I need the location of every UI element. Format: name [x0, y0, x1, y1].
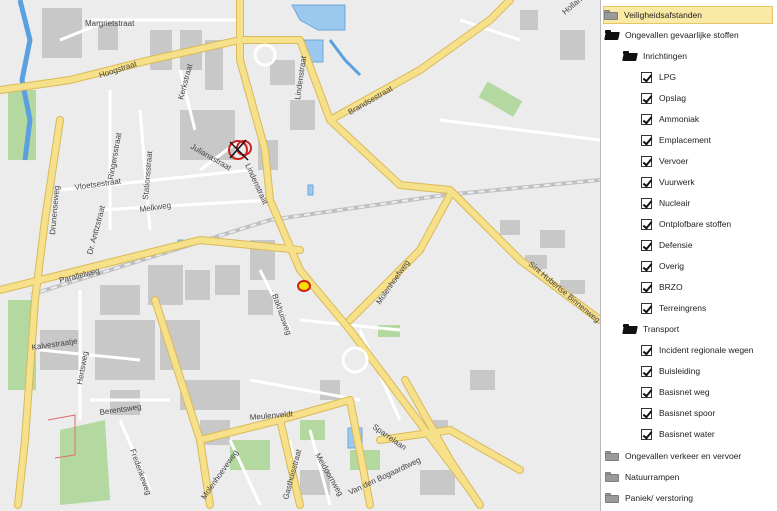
- layer-item[interactable]: Buisleiding: [641, 362, 700, 380]
- layer-label: Incident regionale wegen: [659, 345, 754, 355]
- layer-group-transport[interactable]: Transport: [622, 320, 680, 338]
- layer-item[interactable]: Incident regionale wegen: [641, 341, 754, 359]
- layer-item[interactable]: Overig: [641, 257, 684, 275]
- checkbox[interactable]: [641, 92, 652, 104]
- layer-panel: Veiligheidsafstanden Ongevallen gevaarli…: [601, 0, 777, 511]
- street-label: Margrietstraat: [85, 19, 135, 28]
- checkbox[interactable]: [641, 344, 652, 356]
- layer-label: LPG: [659, 72, 677, 82]
- layer-item[interactable]: Basisnet water: [641, 425, 715, 443]
- layer-label: Basisnet weg: [659, 387, 710, 397]
- layer-item[interactable]: LPG: [641, 68, 676, 86]
- layer-label: Ontplofbare stoffen: [659, 219, 732, 229]
- layer-label: Ongevallen gevaarlijke stoffen: [625, 30, 739, 40]
- map-canvas[interactable]: Margrietstraat Hoogstraat Kerkstraat Jul…: [0, 0, 600, 511]
- layer-label: Ammoniak: [659, 114, 700, 124]
- layer-group-inrichtingen[interactable]: Inrichtingen: [622, 47, 687, 65]
- folder-icon: [605, 472, 619, 482]
- checkbox[interactable]: [641, 197, 652, 209]
- layer-item[interactable]: Vuurwerk: [641, 173, 695, 191]
- layer-label: Paniek/ verstoring: [625, 493, 694, 503]
- layer-item[interactable]: Defensie: [641, 236, 693, 254]
- layer-label: Terreingrens: [659, 303, 707, 313]
- layer-label: Basisnet spoor: [659, 408, 716, 418]
- layer-item[interactable]: Basisnet weg: [641, 383, 710, 401]
- checkbox[interactable]: [641, 134, 652, 146]
- layer-item[interactable]: Terreingrens: [641, 299, 706, 317]
- layer-label: Buisleiding: [659, 366, 701, 376]
- checkbox[interactable]: [641, 155, 652, 167]
- layer-item[interactable]: Nucleair: [641, 194, 690, 212]
- layer-group-natuurrampen[interactable]: Natuurrampen: [605, 468, 679, 486]
- layer-label: Emplacement: [659, 135, 711, 145]
- layer-label: Vervoer: [659, 156, 689, 166]
- checkbox[interactable]: [641, 281, 652, 293]
- layer-group-verkeer-vervoer[interactable]: Ongevallen verkeer en vervoer: [605, 447, 741, 465]
- folder-icon: [605, 451, 619, 461]
- layer-label: Overig: [659, 261, 685, 271]
- layer-label: Transport: [643, 324, 680, 334]
- checkbox[interactable]: [641, 428, 652, 440]
- checkbox[interactable]: [641, 365, 652, 377]
- layer-item[interactable]: Vervoer: [641, 152, 688, 170]
- layer-label: Vuurwerk: [659, 177, 695, 187]
- layer-item[interactable]: Emplacement: [641, 131, 711, 149]
- checkbox[interactable]: [641, 176, 652, 188]
- layer-label: Nucleair: [659, 198, 691, 208]
- layer-label: Basisnet water: [659, 429, 715, 439]
- layer-group-gevaarlijke-stoffen[interactable]: Ongevallen gevaarlijke stoffen: [604, 26, 739, 44]
- layer-label: Opslag: [659, 93, 686, 103]
- checkbox[interactable]: [641, 71, 652, 83]
- layer-group-paniek[interactable]: Paniek/ verstoring: [605, 489, 693, 507]
- checkbox[interactable]: [641, 260, 652, 272]
- layer-label: Ongevallen verkeer en vervoer: [625, 451, 742, 461]
- layer-label: Inrichtingen: [643, 51, 687, 61]
- checkbox[interactable]: [641, 302, 652, 314]
- layer-item[interactable]: Ammoniak: [641, 110, 699, 128]
- layer-item[interactable]: Basisnet spoor: [641, 404, 715, 422]
- layer-label: Veiligheidsafstanden: [624, 10, 702, 20]
- open-folder-icon: [604, 30, 620, 40]
- folder-icon: [604, 10, 618, 20]
- map-view[interactable]: Margrietstraat Hoogstraat Kerkstraat Jul…: [0, 0, 601, 511]
- checkbox[interactable]: [641, 407, 652, 419]
- checkbox[interactable]: [641, 239, 652, 251]
- layer-item[interactable]: BRZO: [641, 278, 683, 296]
- layer-item[interactable]: Opslag: [641, 89, 686, 107]
- checkbox[interactable]: [641, 218, 652, 230]
- layer-veiligheidsafstanden[interactable]: Veiligheidsafstanden: [603, 6, 773, 24]
- folder-icon: [605, 493, 619, 503]
- open-folder-icon: [622, 51, 638, 61]
- lpg-marker-icon[interactable]: [297, 280, 311, 292]
- layer-label: Defensie: [659, 240, 693, 250]
- open-folder-icon: [622, 324, 638, 334]
- layer-label: BRZO: [659, 282, 683, 292]
- checkbox[interactable]: [641, 386, 652, 398]
- checkbox[interactable]: [641, 113, 652, 125]
- layer-item[interactable]: Ontplofbare stoffen: [641, 215, 731, 233]
- layer-label: Natuurrampen: [625, 472, 680, 482]
